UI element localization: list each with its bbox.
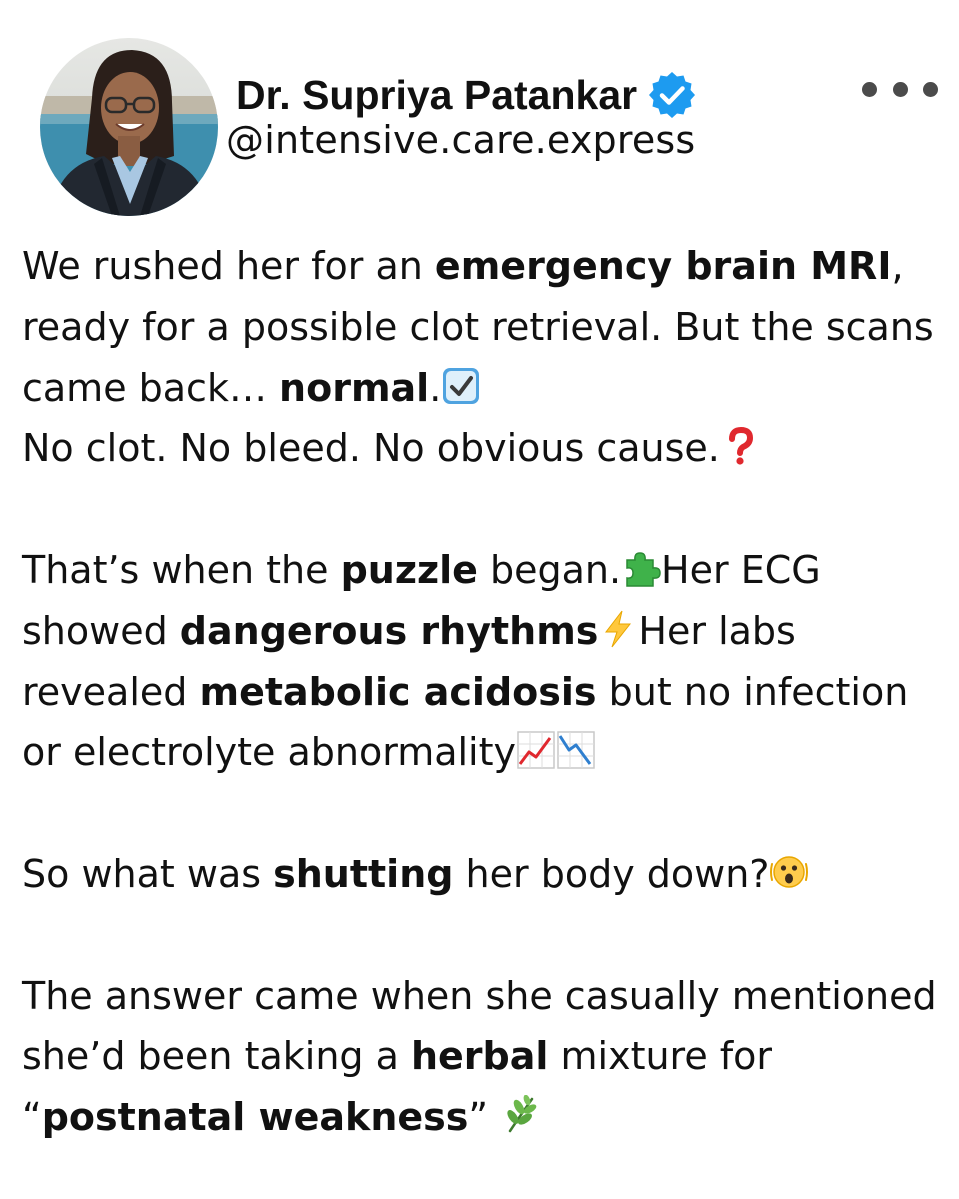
post-bold-text: herbal (410, 1034, 549, 1079)
post-paragraph: That’s when the puzzle began. Her ECG sho… (22, 540, 942, 783)
post-text: began. (477, 547, 622, 592)
post-header: Dr. Supriya Patankar @intensive.care.exp… (0, 0, 959, 230)
post-text: We rushed her for an (22, 244, 435, 288)
post-paragraph: So what was shutting her body down? (22, 844, 942, 905)
post-paragraph: We rushed her for an emergency brain MRI… (22, 236, 942, 479)
post-text: So what was (22, 851, 274, 896)
check-mark-button-emoji (441, 366, 481, 406)
more-horizontal-icon (923, 81, 938, 97)
post-bold-text: dangerous rhythms (179, 608, 599, 653)
post-paragraph: The answer came when she casually mentio… (22, 966, 942, 1148)
puzzle-piece-emoji (621, 548, 661, 588)
verified-badge-icon (649, 72, 696, 118)
post-bold-text: emergency brain MRI (434, 244, 892, 288)
post-text: That’s when the (22, 547, 341, 592)
author-name[interactable]: Dr. Supriya Patankar (236, 72, 637, 119)
more-horizontal-icon (862, 81, 877, 97)
more-options-button[interactable] (862, 72, 938, 106)
post-body: We rushed her for an emergency brain MRI… (22, 236, 942, 1148)
chart-increasing-emoji (516, 730, 556, 770)
red-question-mark-emoji (720, 426, 760, 466)
post-text: No clot. No bleed. No obvious cause. (22, 426, 720, 471)
high-voltage-emoji (598, 609, 638, 649)
shaking-face-emoji (769, 852, 809, 892)
author-name-row: Dr. Supriya Patankar (236, 70, 697, 120)
post-bold-text: postnatal weakness (41, 1095, 469, 1140)
post-bold-text: metabolic acidosis (199, 669, 597, 714)
author-handle[interactable]: @intensive.care.express (226, 118, 695, 162)
author-avatar[interactable] (40, 38, 218, 216)
post-bold-text: normal (279, 365, 430, 410)
post-bold-text: shutting (273, 851, 454, 896)
herb-emoji (500, 1095, 540, 1135)
post-text: . (429, 365, 442, 410)
post-bold-text: puzzle (340, 547, 478, 592)
avatar-photo (40, 38, 218, 216)
chart-decreasing-emoji (556, 730, 596, 770)
post-text: ” (468, 1095, 501, 1140)
more-horizontal-icon (892, 81, 908, 97)
post-text: her body down? (453, 851, 770, 896)
